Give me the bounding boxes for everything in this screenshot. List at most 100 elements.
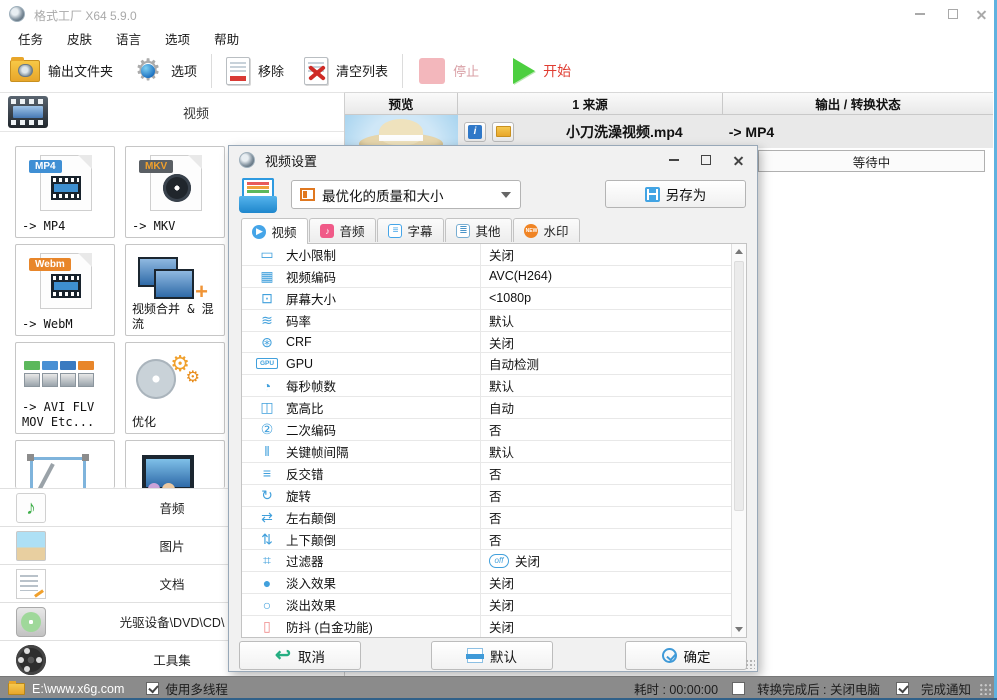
output-folder-icon — [10, 56, 40, 82]
open-folder-button[interactable] — [492, 121, 514, 142]
rotate-icon: ↻ — [261, 486, 273, 503]
setting-row-stabilize[interactable]: ▯ 防抖 (白金功能) 关闭 — [242, 616, 731, 637]
minimize-button[interactable] — [905, 6, 935, 22]
audio-tab-icon: ♪ — [320, 223, 335, 238]
setting-row-flip-vertical[interactable]: ⇅ 上下颠倒 否 — [242, 528, 731, 551]
column-source[interactable]: 1 来源 — [458, 93, 723, 114]
title-bar: 格式工厂 X64 5.9.0 — [0, 0, 997, 28]
setting-row-keyframe-interval[interactable]: ‖ 关键帧间隔 默认 — [242, 441, 731, 463]
settings-scrollbar[interactable] — [731, 244, 746, 637]
setting-row-filter[interactable]: ⌗ 过滤器 off 关闭 — [242, 550, 731, 573]
save-as-button[interactable]: 另存为 — [605, 180, 746, 208]
notify-checkbox[interactable] — [895, 682, 909, 695]
output-folder-button[interactable]: 输出文件夹 — [0, 53, 123, 89]
dialog-title: 视频设置 — [265, 153, 318, 169]
tab-watermark[interactable]: NEW 水印 — [513, 218, 580, 242]
ok-button[interactable]: 确定 — [625, 641, 747, 670]
clear-list-icon — [304, 56, 329, 85]
conversion-status-badge: 等待中 — [758, 150, 985, 172]
tab-audio[interactable]: ♪ 音频 — [309, 218, 376, 242]
setting-row-deinterlace[interactable]: ≡ 反交错 否 — [242, 462, 731, 485]
scroll-down-button[interactable] — [732, 622, 746, 637]
setting-row-aspect-ratio[interactable]: ◫ 宽高比 自动 — [242, 397, 731, 420]
filter-icon: ⌗ — [263, 552, 271, 569]
window-title: 格式工厂 X64 5.9.0 — [34, 9, 137, 23]
remove-button[interactable]: 移除 — [216, 53, 294, 89]
card-video-join[interactable]: + 视频合并 & 混流 — [125, 244, 225, 336]
setting-row-two-pass[interactable]: ② 二次编码 否 — [242, 419, 731, 442]
setting-row-bitrate[interactable]: ≋ 码率 默认 — [242, 309, 731, 332]
menu-bar: 任务 皮肤 语言 选项 帮助 — [0, 28, 997, 49]
multithread-checkbox[interactable] — [146, 682, 160, 695]
scrollbar-thumb[interactable] — [734, 261, 744, 511]
stop-button[interactable]: 停止 — [409, 53, 489, 89]
card-to-webm[interactable]: Webm -> WebM — [15, 244, 115, 336]
cancel-button[interactable]: ↩ 取消 — [239, 641, 361, 670]
card-label: -> MKV — [132, 219, 176, 233]
flip-horizontal-icon: ⇄ — [261, 508, 273, 525]
crf-icon: ⊛ — [261, 333, 273, 350]
card-to-mkv[interactable]: MKV -> MKV — [125, 146, 225, 238]
arrow-down-icon — [735, 627, 743, 632]
dialog-close-button[interactable] — [725, 151, 751, 169]
menu-item-skin[interactable]: 皮肤 — [67, 29, 92, 48]
setting-row-screen-size[interactable]: ⊡ 屏幕大小 <1080p — [242, 287, 731, 310]
subtitle-tab-icon: ≡ — [388, 223, 403, 238]
setting-row-flip-horizontal[interactable]: ⇄ 左右颠倒 否 — [242, 506, 731, 529]
setting-row-fade-out[interactable]: ○ 淡出效果 关闭 — [242, 594, 731, 617]
setting-row-video-encoder[interactable]: ▦ 视频编码 AVC(H264) — [242, 265, 731, 288]
scroll-up-button[interactable] — [732, 244, 746, 259]
card-optimize[interactable]: ⚙ ⚙ 优化 — [125, 342, 225, 434]
queue-header: 预览 1 来源 输出 / 转换状态 — [345, 92, 993, 115]
card-to-mp4[interactable]: MP4 -> MP4 — [15, 146, 115, 238]
menu-item-language[interactable]: 语言 — [116, 29, 141, 48]
dialog-maximize-button[interactable] — [693, 151, 719, 169]
shutdown-checkbox[interactable] — [732, 682, 746, 695]
setting-row-fade-in[interactable]: ● 淡入效果 关闭 — [242, 572, 731, 595]
scrollbar-track[interactable] — [732, 259, 746, 622]
card-label: 视频合并 & 混流 — [132, 302, 214, 331]
clear-list-button[interactable]: 清空列表 — [294, 53, 398, 89]
setting-row-rotate[interactable]: ↻ 旋转 否 — [242, 484, 731, 507]
tab-other[interactable]: ≣ 其他 — [445, 218, 512, 242]
setting-row-gpu[interactable]: GPU GPU 自动检测 — [242, 353, 731, 376]
save-icon — [644, 186, 660, 202]
column-output-status[interactable]: 输出 / 转换状态 — [723, 93, 993, 114]
tab-video[interactable]: ▶ 视频 — [241, 218, 308, 244]
dialog-minimize-button[interactable] — [661, 151, 687, 169]
card-label: -> WebM — [22, 317, 73, 331]
menu-item-help[interactable]: 帮助 — [214, 29, 239, 48]
document-category-icon — [16, 568, 46, 599]
video-join-icon: + — [138, 257, 208, 304]
menu-item-task[interactable]: 任务 — [18, 29, 43, 48]
setting-row-fps[interactable]: ◔ 每秒帧数 默认 — [242, 375, 731, 398]
options-button[interactable]: ⚙ 选项 — [123, 53, 207, 89]
card-label: 优化 — [132, 415, 157, 429]
start-button[interactable]: 开始 — [503, 53, 581, 89]
file-info-button[interactable]: i — [464, 121, 486, 142]
output-path[interactable]: E:\www.x6g.com — [32, 682, 124, 696]
app-icon — [9, 6, 25, 22]
window-resize-grip[interactable] — [979, 683, 991, 695]
preset-dropdown[interactable]: 最优化的质量和大小 — [291, 180, 521, 209]
dialog-resize-grip[interactable] — [745, 659, 755, 669]
card-partial-crop[interactable] — [15, 440, 115, 493]
tab-subtitle[interactable]: ≡ 字幕 — [377, 218, 444, 242]
card-to-avi-flv-mov[interactable]: -> AVI FLV MOV Etc... — [15, 342, 115, 434]
toolbar: 输出文件夹 ⚙ 选项 移除 清空列表 停止 开始 — [0, 49, 997, 92]
default-button[interactable]: 默认 — [431, 641, 553, 670]
toolbar-separator — [402, 53, 404, 88]
close-button[interactable] — [966, 6, 996, 22]
queue-row[interactable]: i 小刀洗澡视频.mp4 -> MP4 — [345, 115, 993, 148]
card-partial-mixer[interactable] — [125, 440, 225, 496]
setting-row-size-limit[interactable]: ▭ 大小限制 关闭 — [242, 244, 731, 266]
cancel-arrow-icon: ↩ — [275, 644, 291, 666]
maximize-button[interactable] — [938, 6, 968, 22]
minimize-icon — [669, 159, 679, 161]
category-video[interactable]: 视频 — [0, 93, 344, 132]
preview-thumbnail[interactable] — [345, 115, 458, 148]
setting-row-crf[interactable]: ⊛ CRF 关闭 — [242, 331, 731, 354]
column-preview[interactable]: 预览 — [345, 93, 458, 114]
elapsed-time: 耗时 : 00:00:00 — [633, 683, 719, 697]
menu-item-options[interactable]: 选项 — [165, 29, 190, 48]
